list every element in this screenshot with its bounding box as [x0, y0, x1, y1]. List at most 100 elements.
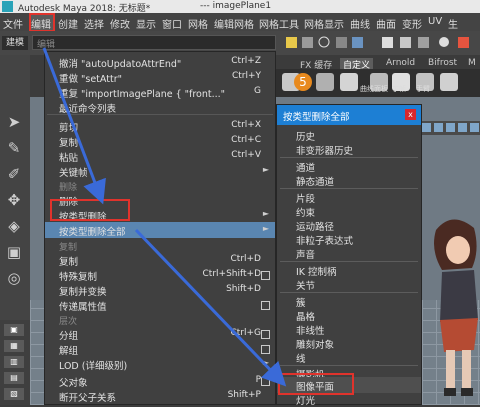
layout-four-icon[interactable]: ▦	[4, 340, 24, 352]
viewport-icon-5[interactable]	[470, 123, 479, 132]
scale-tool-icon[interactable]: ▣	[4, 242, 24, 262]
move-tool-icon[interactable]: ✥	[4, 190, 24, 210]
menu-uv[interactable]: UV	[428, 16, 442, 27]
menu-item-duplicate-transform[interactable]: 复制并变换 Shift+D	[45, 282, 275, 298]
snap-curve-icon	[302, 37, 313, 48]
submenu-item-ik-handles[interactable]: IK 控制柄	[296, 264, 337, 278]
menu-item-duplicate[interactable]: 复制 Ctrl+D	[45, 252, 275, 268]
layout-single-icon[interactable]: ▣	[4, 324, 24, 336]
menu-item-ungroup[interactable]: 解组	[45, 341, 275, 357]
menu-item-copy[interactable]: 复制 Ctrl+C	[45, 133, 275, 149]
shelf-five-icon[interactable]: 5	[294, 73, 312, 91]
shelf-figure-icon[interactable]	[340, 73, 358, 91]
menu-window[interactable]: 窗口	[162, 16, 182, 31]
render-icon	[382, 37, 393, 48]
snap-grid-icon	[286, 37, 297, 48]
submenu-item-expressions[interactable]: 非粒子表达式	[296, 233, 353, 247]
shelf-label-3: 手臂	[416, 85, 430, 93]
hypershade-icon	[439, 37, 449, 47]
tab-more[interactable]: M	[468, 58, 476, 68]
menu-select[interactable]: 选择	[84, 16, 104, 31]
rotate-tool-icon[interactable]: ◈	[4, 216, 24, 236]
menu-item-keyframe[interactable]: 关键帧 ►	[45, 163, 275, 179]
submenu-item-lattices[interactable]: 晶格	[296, 309, 315, 323]
shelf-icon-8[interactable]	[440, 73, 458, 91]
menu-display[interactable]: 显示	[136, 16, 156, 31]
layout-two-icon[interactable]: ▥	[4, 356, 24, 368]
menu-edit-mesh[interactable]: 编辑网格	[214, 16, 254, 31]
submenu-header: 按类型删除全部 x	[277, 105, 421, 125]
menu-item-repeat[interactable]: 重复 "importImagePlane { "front..." G	[45, 84, 275, 100]
select-tool-icon[interactable]: ➤	[4, 112, 24, 132]
snap-view-icon	[336, 37, 347, 48]
menu-surfaces[interactable]: 曲面	[376, 16, 396, 31]
delete-all-highlight-frame	[50, 199, 130, 221]
search-input[interactable]: 编辑	[32, 35, 276, 50]
submenu-item-sound[interactable]: 声音	[296, 247, 315, 261]
menu-set-selector[interactable]: 建模	[2, 36, 28, 50]
render-settings-icon	[418, 37, 429, 48]
character-image-plane	[434, 219, 478, 396]
submenu-item-clusters[interactable]: 簇	[296, 295, 306, 309]
menu-item-delete-all-by-type[interactable]: 按类型删除全部 ►	[45, 222, 275, 238]
submenu-item-constraints[interactable]: 约束	[296, 205, 315, 219]
menu-item-transfer-attr[interactable]: 传递属性值	[45, 297, 275, 313]
tab-arnold[interactable]: Arnold	[386, 58, 415, 68]
menu-mesh-display[interactable]: 网格显示	[304, 16, 344, 31]
layout-buttons: ▣ ▦ ▥ ▤ ▧	[0, 320, 30, 405]
menu-generate[interactable]: 生	[448, 16, 458, 31]
option-box-icon	[261, 345, 270, 354]
menu-deform[interactable]: 变形	[402, 16, 422, 31]
menu-item-redo[interactable]: 重做 "setAttr" Ctrl+Y	[45, 69, 275, 85]
search-placeholder: 编辑	[37, 40, 56, 50]
submenu-item-channels[interactable]: 通道	[296, 160, 315, 174]
submenu-item-history[interactable]: 历史	[296, 129, 315, 143]
menu-item-group[interactable]: 分组 Ctrl+G	[45, 326, 275, 342]
menu-item-paste[interactable]: 粘贴 Ctrl+V	[45, 148, 275, 164]
viewport-icon-2[interactable]	[434, 123, 443, 132]
menu-curves[interactable]: 曲线	[350, 16, 370, 31]
menu-mesh[interactable]: 网格	[188, 16, 208, 31]
option-box-icon	[261, 301, 270, 310]
menu-item-cut[interactable]: 剪切 Ctrl+X	[45, 118, 275, 134]
menu-item-recent[interactable]: 最近命令列表	[45, 99, 275, 115]
submenu-item-wires[interactable]: 线	[296, 351, 306, 365]
menu-mesh-tools[interactable]: 网格工具	[259, 16, 299, 31]
submenu-item-joints[interactable]: 关节	[296, 278, 315, 292]
shelf-label-1: 曲线面板	[360, 85, 388, 93]
submenu-item-non-deformer-history[interactable]: 非变形器历史	[296, 143, 353, 157]
menu-modify[interactable]: 修改	[110, 16, 130, 31]
tab-bifrost[interactable]: Bifrost	[428, 58, 457, 68]
maya-logo-icon	[2, 1, 13, 12]
submenu-item-static-channels[interactable]: 静态通道	[296, 174, 334, 188]
paint-tool-icon[interactable]: ✐	[4, 164, 24, 184]
title-bar: Autodesk Maya 2018: 无标题* --- imagePlane1	[0, 0, 480, 14]
menu-item-duplicate-special[interactable]: 特殊复制 Ctrl+Shift+D	[45, 267, 275, 283]
menu-item-undo[interactable]: 撤消 "autoUpdatoAttrEnd" Ctrl+Z	[45, 54, 275, 70]
shelf-label-2: 丁帧	[392, 85, 406, 93]
submenu-item-sculpt-objects[interactable]: 雕刻对象	[296, 337, 334, 351]
submenu-item-nonlinears[interactable]: 非线性	[296, 323, 325, 337]
submenu-separator	[280, 188, 418, 189]
submenu-arrow-icon: ►	[262, 224, 269, 233]
layout-outliner-icon[interactable]: ▤	[4, 372, 24, 384]
submenu-separator	[280, 365, 418, 366]
last-tool-icon[interactable]: ◎	[4, 268, 24, 288]
menu-item-unparent[interactable]: 断开父子关系 Shift+P	[45, 388, 275, 404]
option-box-icon	[261, 377, 270, 386]
submenu-item-clips[interactable]: 片段	[296, 191, 315, 205]
shelf-icon-3[interactable]	[316, 73, 334, 91]
submenu-title: 按类型删除全部	[283, 112, 350, 123]
viewport-icon-3[interactable]	[446, 123, 455, 132]
menu-item-parent[interactable]: 父对象 P	[45, 373, 275, 389]
viewport-icon-4[interactable]	[458, 123, 467, 132]
lasso-tool-icon[interactable]: ✎	[4, 138, 24, 158]
layout-graph-icon[interactable]: ▧	[4, 388, 24, 400]
viewport-icon-1[interactable]	[422, 123, 431, 132]
menu-file[interactable]: 文件	[3, 16, 23, 31]
submenu-item-motion-paths[interactable]: 运动路径	[296, 219, 334, 233]
menu-item-lod[interactable]: LOD (详细级别) ►	[45, 356, 275, 372]
close-icon[interactable]: x	[405, 109, 416, 120]
menu-separator	[47, 114, 273, 115]
menu-create[interactable]: 创建	[58, 16, 78, 31]
